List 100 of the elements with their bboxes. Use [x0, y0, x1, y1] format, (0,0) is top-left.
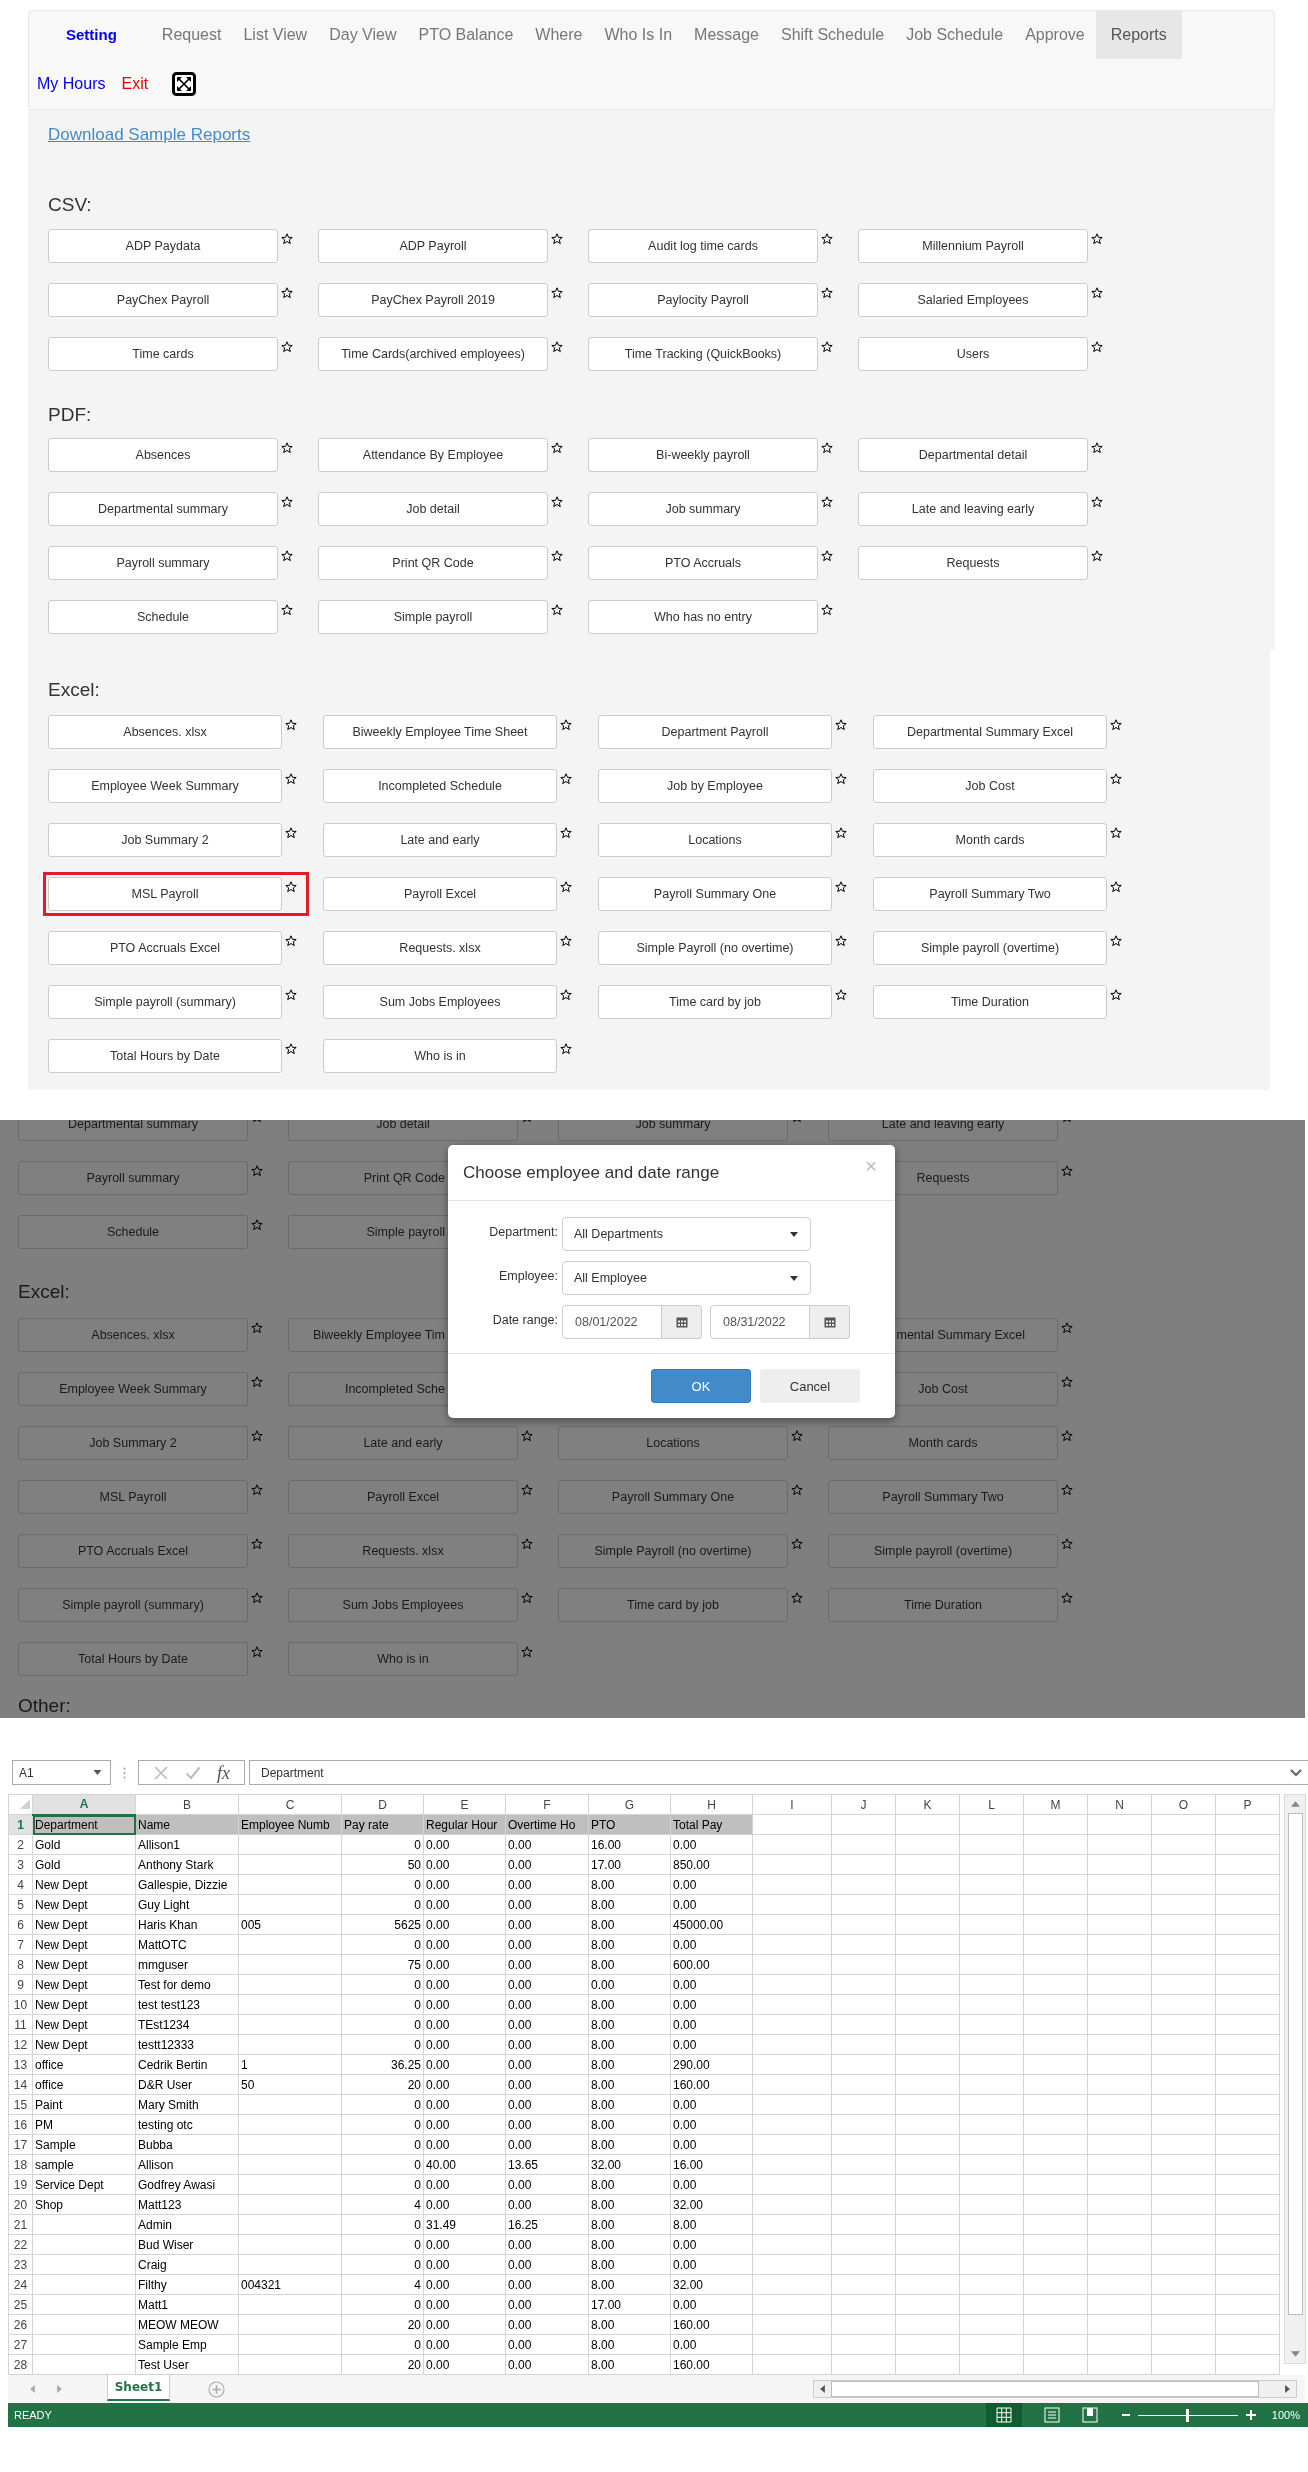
table-cell[interactable]: 0.00 [505, 1834, 589, 1855]
column-header[interactable]: A [32, 1794, 136, 1815]
column-header[interactable]: E [423, 1794, 506, 1815]
nav-tab[interactable]: Approve [1014, 11, 1096, 59]
exit-link[interactable]: Exit [121, 75, 149, 93]
table-cell[interactable]: 8.00 [588, 2034, 671, 2055]
table-cell[interactable]: 0.00 [423, 2274, 506, 2295]
table-cell[interactable]: 75 [341, 1954, 424, 1975]
table-cell[interactable]: 8.00 [588, 1994, 671, 2015]
table-cell[interactable]: 20 [341, 2354, 424, 2375]
star-icon[interactable] [560, 1043, 572, 1055]
table-cell[interactable]: 0.00 [423, 2174, 506, 2195]
table-cell[interactable]: New Dept [32, 1894, 136, 1915]
column-header[interactable]: B [135, 1794, 239, 1815]
report-button[interactable]: Paylocity Payroll [588, 283, 818, 317]
sheet-tab[interactable]: Sheet1 [107, 2375, 170, 2401]
table-cell[interactable]: 0 [341, 2014, 424, 2035]
table-cell[interactable]: 0.00 [670, 1934, 753, 1955]
table-cell[interactable]: 4 [341, 2274, 424, 2295]
report-button[interactable]: Incompleted Schedule [323, 769, 557, 803]
report-button[interactable]: Simple Payroll (no overtime) [558, 1534, 788, 1568]
table-cell[interactable]: 17.00 [588, 1854, 671, 1875]
star-icon[interactable] [285, 989, 297, 1001]
table-cell[interactable]: 50 [238, 2074, 342, 2095]
star-icon[interactable] [285, 773, 297, 785]
table-cell[interactable]: 32.00 [588, 2154, 671, 2175]
star-icon[interactable] [281, 496, 293, 508]
star-icon[interactable] [1061, 1376, 1073, 1388]
table-cell[interactable]: Cedrik Bertin [135, 2054, 239, 2075]
row-header[interactable]: 1 [8, 1814, 33, 1835]
table-cell[interactable]: 0.00 [670, 2014, 753, 2035]
star-icon[interactable] [285, 1043, 297, 1055]
table-cell[interactable]: Matt1 [135, 2294, 239, 2315]
report-button[interactable]: Millennium Payroll [858, 229, 1088, 263]
star-icon[interactable] [1091, 341, 1103, 353]
table-cell[interactable]: 0 [341, 2334, 424, 2355]
report-button[interactable]: Job summary [588, 492, 818, 526]
table-cell[interactable]: 0.00 [423, 1974, 506, 1995]
row-header[interactable]: 23 [8, 2254, 33, 2275]
table-cell[interactable]: 0.00 [423, 1894, 506, 1915]
table-cell[interactable]: 8.00 [588, 1874, 671, 1895]
report-button[interactable]: Requests. xlsx [323, 931, 557, 965]
table-cell[interactable]: 0.00 [670, 2334, 753, 2355]
nav-tab[interactable]: Who Is In [593, 11, 684, 59]
table-cell[interactable]: 0 [341, 1894, 424, 1915]
table-cell[interactable]: 0.00 [670, 2034, 753, 2055]
table-cell[interactable]: 0.00 [505, 2134, 589, 2155]
report-button[interactable]: Payroll summary [48, 546, 278, 580]
report-button[interactable]: Departmental summary [48, 492, 278, 526]
table-cell[interactable]: Service Dept [32, 2174, 136, 2195]
table-cell[interactable]: 0.00 [423, 2234, 506, 2255]
report-button[interactable]: PayChex Payroll 2019 [318, 283, 548, 317]
star-icon[interactable] [835, 773, 847, 785]
star-icon[interactable] [521, 1430, 533, 1442]
table-cell[interactable]: 31.49 [423, 2214, 506, 2235]
table-cell[interactable]: 40.00 [423, 2154, 506, 2175]
column-header[interactable]: K [895, 1794, 960, 1815]
report-button[interactable]: Department Payroll [598, 715, 832, 749]
star-icon[interactable] [835, 935, 847, 947]
report-button[interactable]: Simple payroll (summary) [48, 985, 282, 1019]
report-button[interactable]: Requests [858, 546, 1088, 580]
column-header[interactable]: O [1151, 1794, 1216, 1815]
report-button[interactable]: Job detail [318, 492, 548, 526]
table-cell[interactable]: 0 [341, 2214, 424, 2235]
star-icon[interactable] [1091, 550, 1103, 562]
table-cell[interactable]: 8.00 [588, 2014, 671, 2035]
report-button[interactable]: Who is in [323, 1039, 557, 1073]
table-cell[interactable]: 45000.00 [670, 1914, 753, 1935]
star-icon[interactable] [560, 881, 572, 893]
table-cell[interactable]: 0.00 [423, 2254, 506, 2275]
table-cell[interactable]: 0.00 [505, 1974, 589, 1995]
cancel-button[interactable]: Cancel [760, 1369, 860, 1403]
report-button[interactable]: PTO Accruals [588, 546, 818, 580]
table-cell[interactable]: 8.00 [588, 2214, 671, 2235]
table-cell[interactable]: office [32, 2054, 136, 2075]
table-cell[interactable]: Gallespie, Dizzie [135, 1874, 239, 1895]
report-button[interactable]: Late and early [323, 823, 557, 857]
table-cell[interactable]: Bubba [135, 2134, 239, 2155]
report-button[interactable]: Simple payroll (summary) [18, 1588, 248, 1622]
report-button[interactable]: MSL Payroll [18, 1480, 248, 1514]
report-button[interactable]: Payroll Excel [288, 1480, 518, 1514]
table-cell[interactable]: 600.00 [670, 1954, 753, 1975]
table-cell[interactable]: 0.00 [423, 1954, 506, 1975]
table-cell[interactable]: 0.00 [505, 1954, 589, 1975]
table-cell[interactable]: 0.00 [423, 1934, 506, 1955]
table-cell[interactable]: 0.00 [423, 2294, 506, 2315]
star-icon[interactable] [551, 550, 563, 562]
table-cell[interactable]: 0.00 [423, 2134, 506, 2155]
horizontal-scrollbar[interactable] [813, 2380, 1297, 2398]
star-icon[interactable] [521, 1646, 533, 1658]
table-cell[interactable]: 0.00 [505, 1894, 589, 1915]
table-cell[interactable]: 0.00 [423, 2314, 506, 2335]
table-cell[interactable]: Mary Smith [135, 2094, 239, 2115]
report-button[interactable]: ADP Payroll [318, 229, 548, 263]
star-icon[interactable] [1061, 1484, 1073, 1496]
table-cell[interactable]: 0.00 [505, 2014, 589, 2035]
table-cell[interactable]: 8.00 [588, 2094, 671, 2115]
table-cell[interactable]: 0.00 [670, 2294, 753, 2315]
report-button[interactable]: Sum Jobs Employees [323, 985, 557, 1019]
row-header[interactable]: 26 [8, 2314, 33, 2335]
